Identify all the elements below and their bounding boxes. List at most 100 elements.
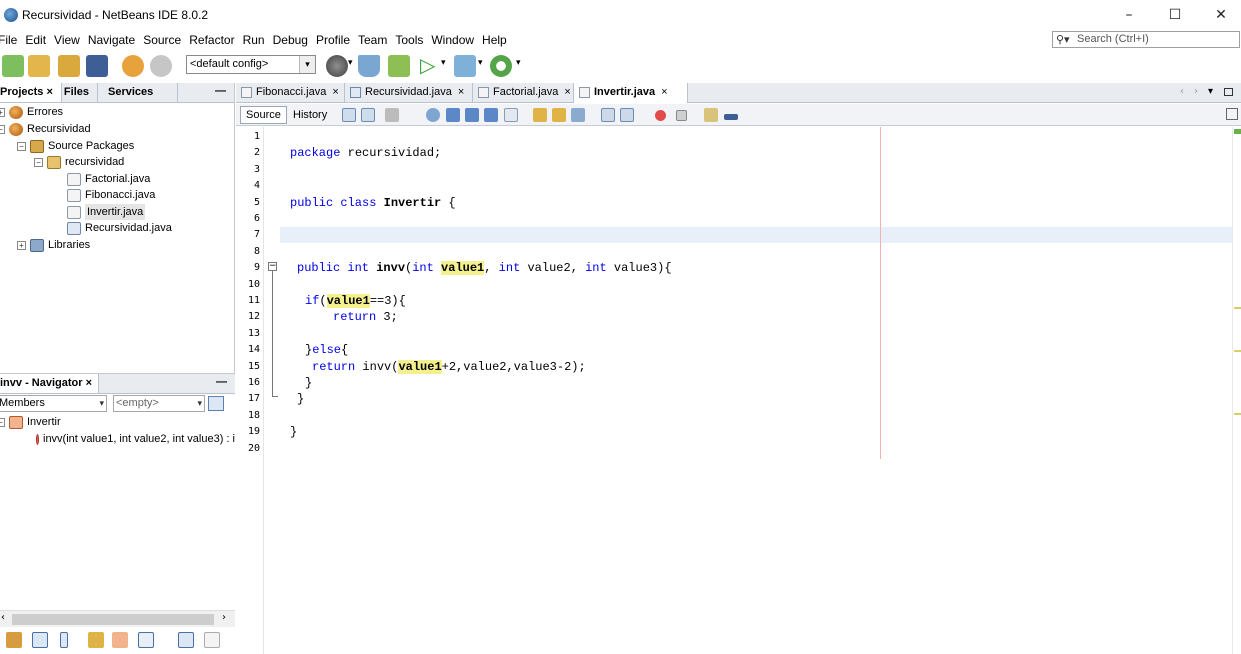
shift-line-right-icon[interactable] — [552, 108, 566, 122]
uncomment-icon[interactable] — [620, 108, 634, 122]
close-window-button[interactable]: ✕ — [1198, 0, 1241, 30]
tree-item-recursividad-package[interactable]: − recursividad — [34, 154, 124, 170]
code-line-14[interactable]: }else{ — [305, 342, 348, 358]
diff-icon[interactable] — [704, 108, 718, 122]
tab-files[interactable]: Files — [62, 83, 98, 102]
close-icon[interactable]: × — [661, 86, 667, 98]
menu-source[interactable]: Source — [139, 33, 185, 47]
stop-macro-icon[interactable] — [676, 110, 687, 121]
static-filter-icon[interactable] — [60, 632, 68, 648]
chevron-down-icon[interactable]: ▾ — [516, 58, 521, 68]
find-selection-icon[interactable] — [484, 108, 498, 122]
tree-item-recursividad-project[interactable]: − Recursividad — [0, 121, 91, 137]
chevron-down-icon[interactable]: ▾ — [478, 58, 483, 68]
back-icon[interactable] — [361, 108, 375, 122]
search-input[interactable]: ⚲▾ Search (Ctrl+I) — [1052, 31, 1240, 48]
toggle-bookmark-icon[interactable] — [571, 108, 585, 122]
fqn-filter-icon[interactable] — [138, 632, 154, 648]
code-line-9[interactable]: public int invv(int value1, int value2, … — [297, 260, 672, 276]
nav-item-invv-method[interactable]: invv(int value1, int value2, int value3)… — [36, 431, 235, 447]
new-project-icon[interactable] — [2, 55, 24, 77]
code-line-15[interactable]: return invv(value1+2,value2,value3-2); — [312, 359, 586, 375]
fold-collapse-icon[interactable]: − — [268, 262, 277, 271]
last-edit-icon[interactable] — [342, 108, 356, 122]
comment-icon[interactable] — [601, 108, 615, 122]
menu-view[interactable]: View — [50, 33, 84, 47]
tree-item-invertir-java[interactable]: Invertir.java — [67, 204, 146, 220]
close-icon[interactable]: × — [86, 377, 92, 389]
chevron-down-icon[interactable]: ▾ — [1208, 86, 1213, 97]
nav-item-invertir-class[interactable]: − Invertir — [0, 414, 61, 430]
error-stripe[interactable] — [1232, 127, 1241, 654]
tab-fibonacci-java[interactable]: Fibonacci.java × — [236, 83, 345, 103]
code-line-5[interactable]: public class Invertir { — [290, 195, 456, 211]
minimize-panel-button[interactable]: — — [215, 83, 234, 102]
close-icon[interactable]: × — [332, 86, 338, 98]
profile-icon[interactable] — [490, 55, 512, 77]
collapse-icon[interactable]: − — [34, 157, 43, 167]
tab-invertir-java[interactable]: Invertir.java × — [574, 83, 688, 103]
menu-file[interactable]: File — [0, 33, 21, 47]
tree-item-recursividad-java[interactable]: Recursividad.java — [67, 220, 172, 236]
forward-icon[interactable] — [385, 108, 399, 122]
chevron-down-icon[interactable]: ▾ — [441, 58, 446, 68]
close-icon[interactable]: × — [564, 86, 570, 98]
redo-icon[interactable] — [150, 55, 172, 77]
menu-refactor[interactable]: Refactor — [185, 33, 238, 47]
history-view-button[interactable]: History — [287, 106, 333, 124]
start-macro-icon[interactable] — [655, 110, 666, 121]
tree-item-fibonacci-java[interactable]: Fibonacci.java — [67, 187, 155, 203]
new-file-icon[interactable] — [28, 55, 50, 77]
menu-window[interactable]: Window — [427, 33, 478, 47]
tab-factorial-java[interactable]: Factorial.java × — [473, 83, 574, 103]
menu-run[interactable]: Run — [239, 33, 269, 47]
target-icon[interactable] — [326, 55, 348, 77]
navigator-options-icon[interactable] — [208, 396, 224, 411]
menu-navigate[interactable]: Navigate — [84, 33, 139, 47]
sort-by-name-icon[interactable] — [178, 632, 194, 648]
minimize-button[interactable]: – — [1106, 0, 1152, 30]
shift-line-left-icon[interactable] — [533, 108, 547, 122]
code-line-16[interactable]: } — [305, 375, 312, 391]
menu-help[interactable]: Help — [478, 33, 511, 47]
menu-debug[interactable]: Debug — [269, 33, 312, 47]
private-filter-icon[interactable] — [88, 632, 104, 648]
menu-team[interactable]: Team — [354, 33, 391, 47]
undo-icon[interactable] — [122, 55, 144, 77]
diff-accept-icon[interactable] — [724, 114, 738, 120]
open-project-icon[interactable] — [58, 55, 80, 77]
code-line-17[interactable]: } — [297, 391, 304, 407]
collapse-icon[interactable]: − — [0, 417, 5, 427]
scroll-tabs-left-icon[interactable]: ‹ — [1180, 86, 1184, 97]
tab-navigator[interactable]: invv - Navigator × — [0, 374, 100, 393]
occurrence-mark[interactable] — [1234, 413, 1241, 415]
clean-build-icon[interactable] — [388, 55, 410, 77]
collapse-icon[interactable]: − — [0, 124, 5, 134]
menu-profile[interactable]: Profile — [312, 33, 354, 47]
maximize-editor-icon[interactable] — [1224, 88, 1233, 96]
fields-filter-icon[interactable] — [32, 632, 48, 648]
tree-item-errores[interactable]: + Errores — [0, 104, 63, 120]
menu-edit[interactable]: Edit — [21, 33, 50, 47]
code-line-19[interactable]: } — [290, 424, 297, 440]
code-line-12[interactable]: return 3; — [333, 309, 398, 325]
split-editor-icon[interactable] — [1226, 108, 1238, 120]
build-icon[interactable] — [358, 55, 380, 77]
minimize-panel-button[interactable]: — — [216, 374, 235, 393]
inherited-members-icon[interactable] — [6, 632, 22, 648]
expand-icon[interactable]: + — [17, 240, 26, 250]
occurrence-mark[interactable] — [1234, 307, 1241, 309]
run-icon[interactable]: ▷ — [420, 53, 435, 77]
tab-services[interactable]: Services — [98, 83, 179, 102]
sort-by-source-icon[interactable] — [204, 632, 220, 648]
scroll-left-icon[interactable]: ‹ — [1, 612, 5, 623]
filter-select[interactable]: <empty> ▾ — [113, 395, 205, 412]
collapse-icon[interactable]: − — [17, 141, 26, 151]
navigator-hscrollbar[interactable]: ‹ › — [0, 610, 235, 627]
menu-tools[interactable]: Tools — [391, 33, 427, 47]
debug-icon[interactable] — [454, 55, 476, 77]
save-all-icon[interactable] — [86, 55, 108, 77]
occurrence-mark[interactable] — [1234, 350, 1241, 352]
tree-item-source-packages[interactable]: − Source Packages — [17, 138, 134, 154]
find-previous-icon[interactable] — [446, 108, 460, 122]
